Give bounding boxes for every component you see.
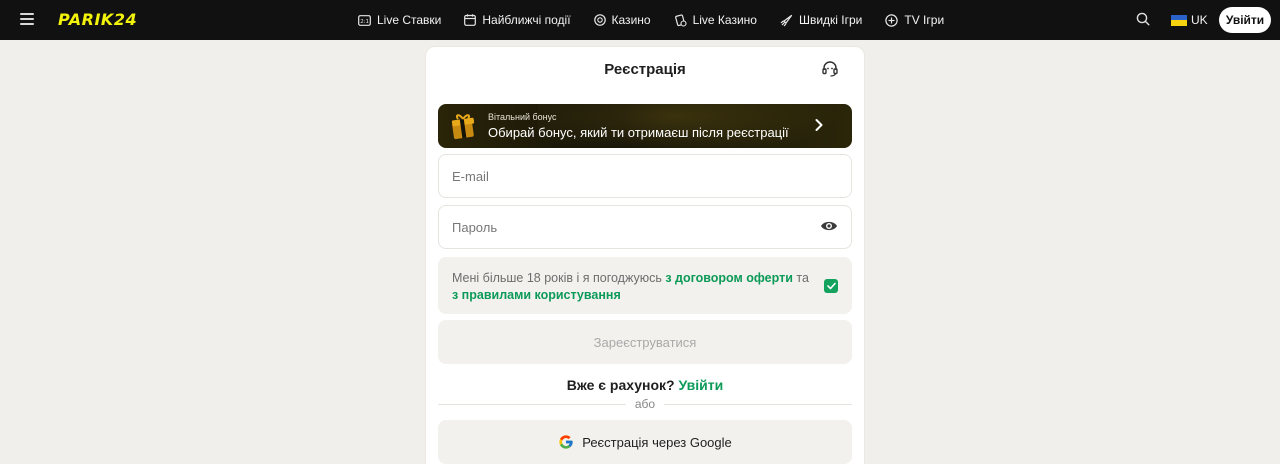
scoreboard-icon: 2:1	[358, 14, 371, 26]
rocket-icon	[780, 14, 793, 26]
have-account-text: Вже є рахунок? Увійти	[426, 377, 864, 393]
nav-fast-games[interactable]: Швидкі Ігри	[780, 13, 862, 27]
google-icon	[559, 435, 573, 449]
nav-label: Live Казино	[692, 13, 757, 27]
casino-chip-icon	[593, 14, 606, 26]
search-icon[interactable]	[1136, 12, 1150, 31]
nav-live-bets[interactable]: 2:1 Live Ставки	[358, 13, 441, 27]
nav-upcoming-events[interactable]: Найближчі події	[464, 13, 571, 27]
consent-prefix: Мені більше 18 років і я погоджуюсь	[452, 271, 666, 285]
language-selector[interactable]: UK	[1171, 13, 1208, 27]
login-link[interactable]: Увійти	[678, 377, 723, 393]
password-field[interactable]	[438, 205, 852, 249]
nav-label: TV Ігри	[904, 13, 945, 27]
offer-agreement-link[interactable]: з договором оферти	[665, 271, 793, 285]
ukraine-flag-icon	[1171, 14, 1187, 26]
language-label: UK	[1191, 13, 1208, 27]
login-button[interactable]: Увійти	[1219, 7, 1271, 33]
welcome-bonus-banner[interactable]: Вітальний бонус Обирай бонус, який ти от…	[438, 104, 852, 148]
show-password-icon[interactable]	[820, 219, 838, 238]
top-header: PARIK24 2:1 Live Ставки Найближчі події …	[0, 0, 1280, 40]
nav-live-casino[interactable]: Live Казино	[674, 13, 757, 27]
terms-consent: Мені більше 18 років і я погоджуюсь з до…	[438, 257, 852, 314]
divider	[664, 404, 852, 405]
menu-icon[interactable]	[20, 13, 34, 25]
support-icon[interactable]	[821, 60, 839, 83]
tv-games-icon	[885, 13, 899, 27]
nav-label: Live Ставки	[377, 13, 442, 27]
have-account-label: Вже є рахунок?	[566, 377, 675, 393]
nav-label: Швидкі Ігри	[798, 13, 863, 27]
nav-label: Казино	[611, 13, 651, 27]
svg-text:2:1: 2:1	[360, 18, 369, 24]
consent-checkbox[interactable]	[824, 279, 838, 293]
bonus-subtitle: Вітальний бонус	[488, 112, 557, 122]
nav-label: Найближчі події	[482, 13, 571, 27]
calendar-icon	[464, 14, 477, 26]
consent-middle: та	[792, 271, 809, 285]
gift-icon	[450, 112, 476, 145]
email-field[interactable]	[438, 154, 852, 198]
register-button[interactable]: Зареєструватися	[438, 320, 852, 364]
checkmark-icon	[826, 282, 836, 290]
live-casino-icon	[674, 13, 687, 27]
logo[interactable]: PARIK24	[58, 10, 137, 29]
chevron-right-icon	[814, 118, 824, 137]
registration-card: Реєстрація Вітальний бонус Обирай бонус,…	[425, 46, 865, 464]
consent-text: Мені більше 18 років і я погоджуюсь з до…	[452, 270, 818, 304]
google-register-button[interactable]: Реєстрація через Google	[438, 420, 852, 464]
terms-of-use-link[interactable]: з правилами користування	[452, 288, 621, 302]
main-nav: 2:1 Live Ставки Найближчі події Казино L…	[358, 0, 967, 40]
nav-casino[interactable]: Казино	[593, 13, 651, 27]
bonus-title: Обирай бонус, який ти отримаєш після реє…	[488, 125, 789, 140]
google-button-label: Реєстрація через Google	[582, 434, 732, 450]
page-title: Реєстрація	[604, 61, 686, 78]
nav-tv-games[interactable]: TV Ігри	[885, 13, 944, 27]
